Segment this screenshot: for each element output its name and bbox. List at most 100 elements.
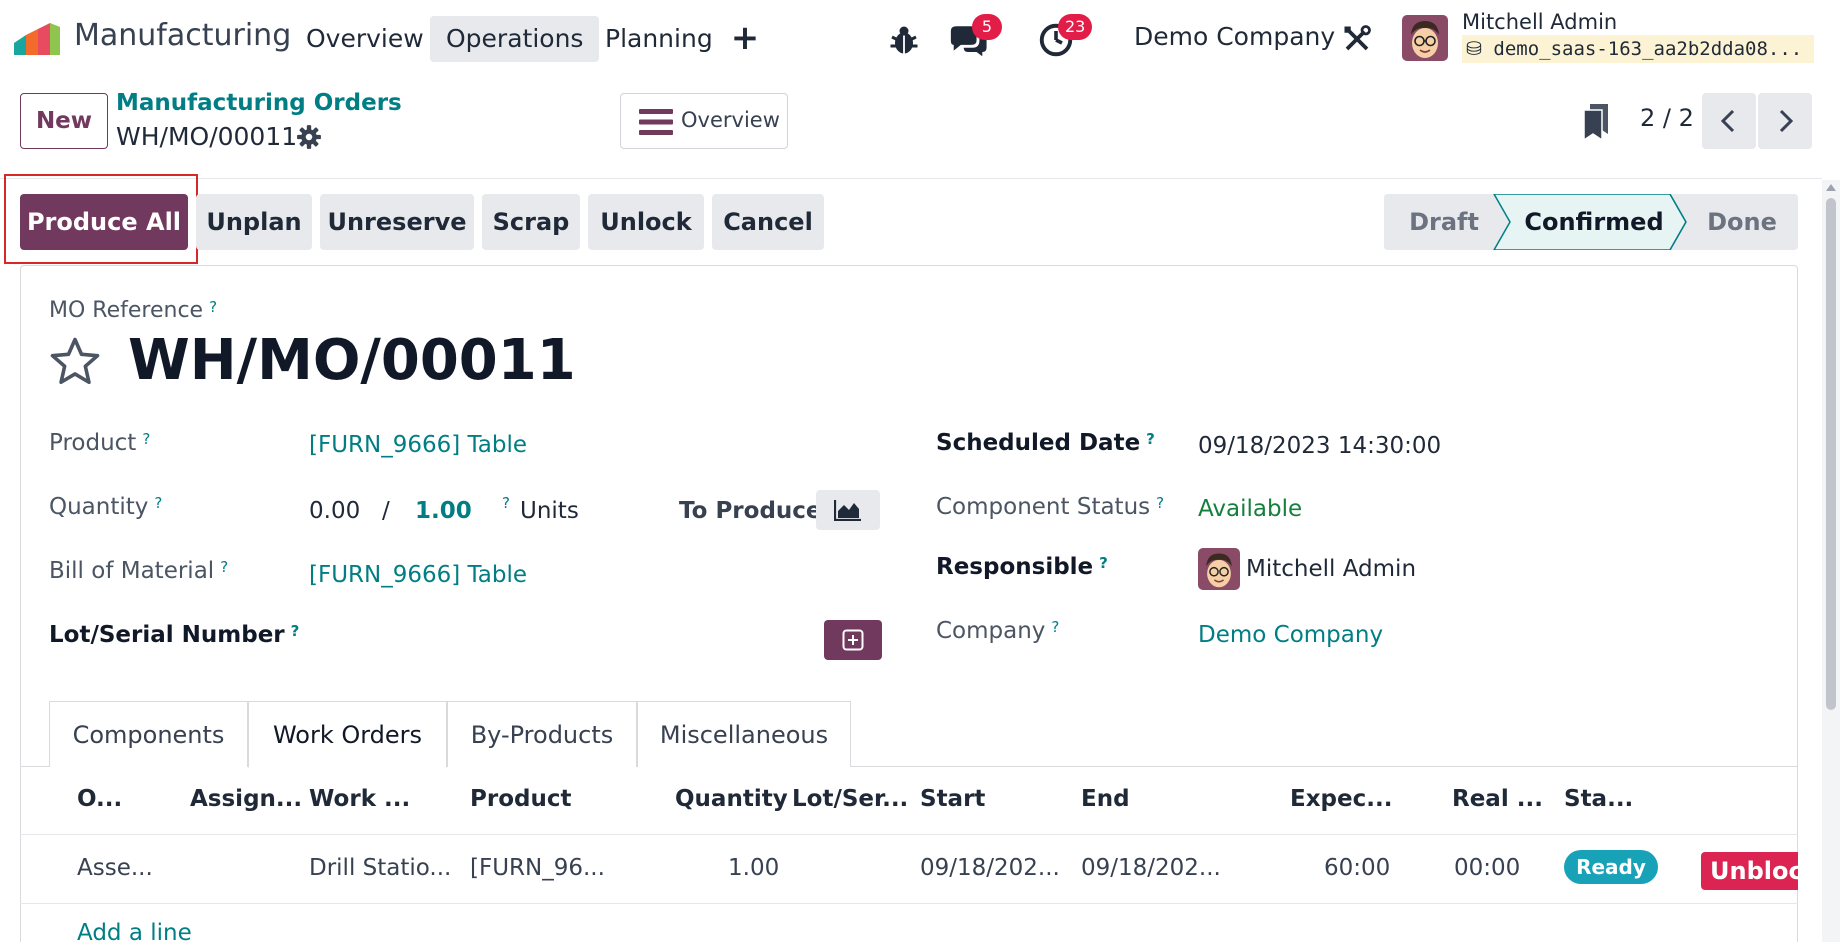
cancel-button[interactable]: Cancel [712,194,824,250]
unlock-button[interactable]: Unlock [588,194,704,250]
help-icon[interactable]: ? [1099,554,1108,572]
bill-of-material-field[interactable]: [FURN_9666] Table [309,562,527,588]
help-icon[interactable]: ? [502,494,510,512]
chevron-left-icon [1720,109,1735,133]
activities-count-badge: 23 [1058,14,1093,40]
scrollbar-thumb[interactable] [1826,198,1836,710]
cell-operation[interactable]: Asse... [77,855,153,881]
add-a-line-link[interactable]: Add a line [77,920,192,942]
vertical-scrollbar[interactable] [1822,180,1840,942]
manufacturing-app-icon[interactable] [14,23,60,55]
stage-confirmed[interactable]: Confirmed [1510,194,1678,250]
produce-all-button[interactable]: Produce All [20,194,188,250]
column-start[interactable]: Start [920,786,985,812]
unreserve-button[interactable]: Unreserve [320,194,474,250]
help-icon[interactable]: ? [1146,430,1155,448]
unplan-button[interactable]: Unplan [196,194,312,250]
messages-count-badge: 5 [972,14,1002,40]
help-icon[interactable]: ? [154,494,162,512]
breadcrumb-current-record: WH/MO/00011 [116,122,298,151]
help-icon[interactable]: ? [1051,618,1059,636]
cell-work-center[interactable]: Drill Statio... [309,855,451,881]
area-chart-icon [834,500,861,521]
quantity-produced-field[interactable]: 0.00 [309,498,360,524]
column-lot-serial[interactable]: Lot/Ser... [792,786,908,812]
breadcrumb-manufacturing-orders[interactable]: Manufacturing Orders [116,90,402,116]
quantity-label: Quantity? [49,494,162,520]
column-status[interactable]: Sta... [1564,786,1633,812]
bookmarks-icon[interactable] [1582,104,1610,140]
menu-overview[interactable]: Overview [290,16,440,62]
tab-work-orders[interactable]: Work Orders [248,701,447,768]
component-status-label: Component Status? [936,494,1164,520]
quantity-to-produce-field[interactable]: 1.00 [415,498,472,524]
overview-button[interactable]: Overview [620,93,788,149]
create-lot-button[interactable] [824,620,882,660]
bug-icon[interactable] [886,22,922,58]
pager-next-button[interactable] [1758,93,1812,149]
unblock-button[interactable]: Unblock [1701,852,1798,890]
tab-components[interactable]: Components [49,701,248,767]
column-real-duration[interactable]: Real ... [1452,786,1543,812]
user-avatar[interactable] [1402,15,1448,61]
status-bar: Draft Confirmed Done [1384,194,1798,250]
component-status-value: Available [1198,496,1303,522]
star-icon[interactable] [48,335,102,389]
cell-quantity[interactable]: 1.00 [728,855,779,881]
help-icon[interactable]: ? [1156,494,1164,512]
scheduled-date-field[interactable]: 09/18/2023 14:30:00 [1198,433,1441,459]
help-icon[interactable]: ? [220,558,228,576]
company-field[interactable]: Demo Company [1198,622,1383,648]
menu-planning[interactable]: Planning [589,16,729,62]
to-produce-label: To Produce [679,498,822,524]
new-button[interactable]: New [20,93,108,149]
tab-by-products[interactable]: By-Products [447,701,637,767]
lot-serial-number-label-text: Lot/Serial Number [49,622,285,648]
user-name[interactable]: Mitchell Admin [1462,10,1617,34]
column-product[interactable]: Product [470,786,571,812]
company-switcher[interactable]: Demo Company [1134,22,1335,51]
app-name[interactable]: Manufacturing [74,18,291,53]
plus-icon[interactable]: + [730,18,760,58]
stage-draft[interactable]: Draft [1384,194,1504,250]
help-icon[interactable]: ? [291,622,300,640]
table-header-divider [20,834,1798,835]
quantity-separator: / [382,498,390,524]
tab-miscellaneous[interactable]: Miscellaneous [637,701,851,767]
mo-reference-label: MO Reference? [49,298,217,323]
pager-previous-button[interactable] [1702,93,1756,149]
mo-reference-title[interactable]: WH/MO/00011 [128,328,576,393]
mo-reference-label-text: MO Reference [49,298,204,323]
quantity-uom: Units [520,498,579,524]
column-work-center[interactable]: Work ... [309,786,410,812]
stage-done[interactable]: Done [1686,194,1798,250]
company-label: Company? [936,618,1059,644]
scheduled-date-label-text: Scheduled Date [936,430,1141,456]
tools-icon[interactable] [1342,24,1372,54]
gear-icon[interactable] [296,124,322,150]
scrap-button[interactable]: Scrap [482,194,580,250]
column-quantity[interactable]: Quantity [675,786,788,812]
pager-value[interactable]: 2 / 2 [1640,104,1694,132]
cell-start[interactable]: 09/18/202... [920,855,1060,881]
top-navbar: Manufacturing Overview Operations Planni… [0,0,1840,78]
forecast-chart-button[interactable] [816,490,880,530]
cell-product[interactable]: [FURN_96... [470,855,605,881]
responsible-field[interactable]: Mitchell Admin [1246,556,1416,582]
cell-expected-duration[interactable]: 60:00 [1324,855,1390,881]
scroll-up-arrow-icon[interactable] [1826,184,1836,191]
database-icon: ⛁ [1466,38,1482,60]
product-label: Product? [49,430,150,456]
menu-operations[interactable]: Operations [430,16,600,62]
help-icon[interactable]: ? [142,430,150,448]
column-assigned[interactable]: Assign... [190,786,302,812]
cell-real-duration[interactable]: 00:00 [1454,855,1520,881]
column-expected-duration[interactable]: Expec... [1290,786,1392,812]
column-operation[interactable]: O... [77,786,122,812]
column-end[interactable]: End [1081,786,1130,812]
help-icon[interactable]: ? [209,298,217,316]
quantity-label-text: Quantity [49,494,149,520]
cell-end[interactable]: 09/18/202... [1081,855,1221,881]
product-field[interactable]: [FURN_9666] Table [309,432,527,458]
control-panel-divider [0,178,1822,179]
